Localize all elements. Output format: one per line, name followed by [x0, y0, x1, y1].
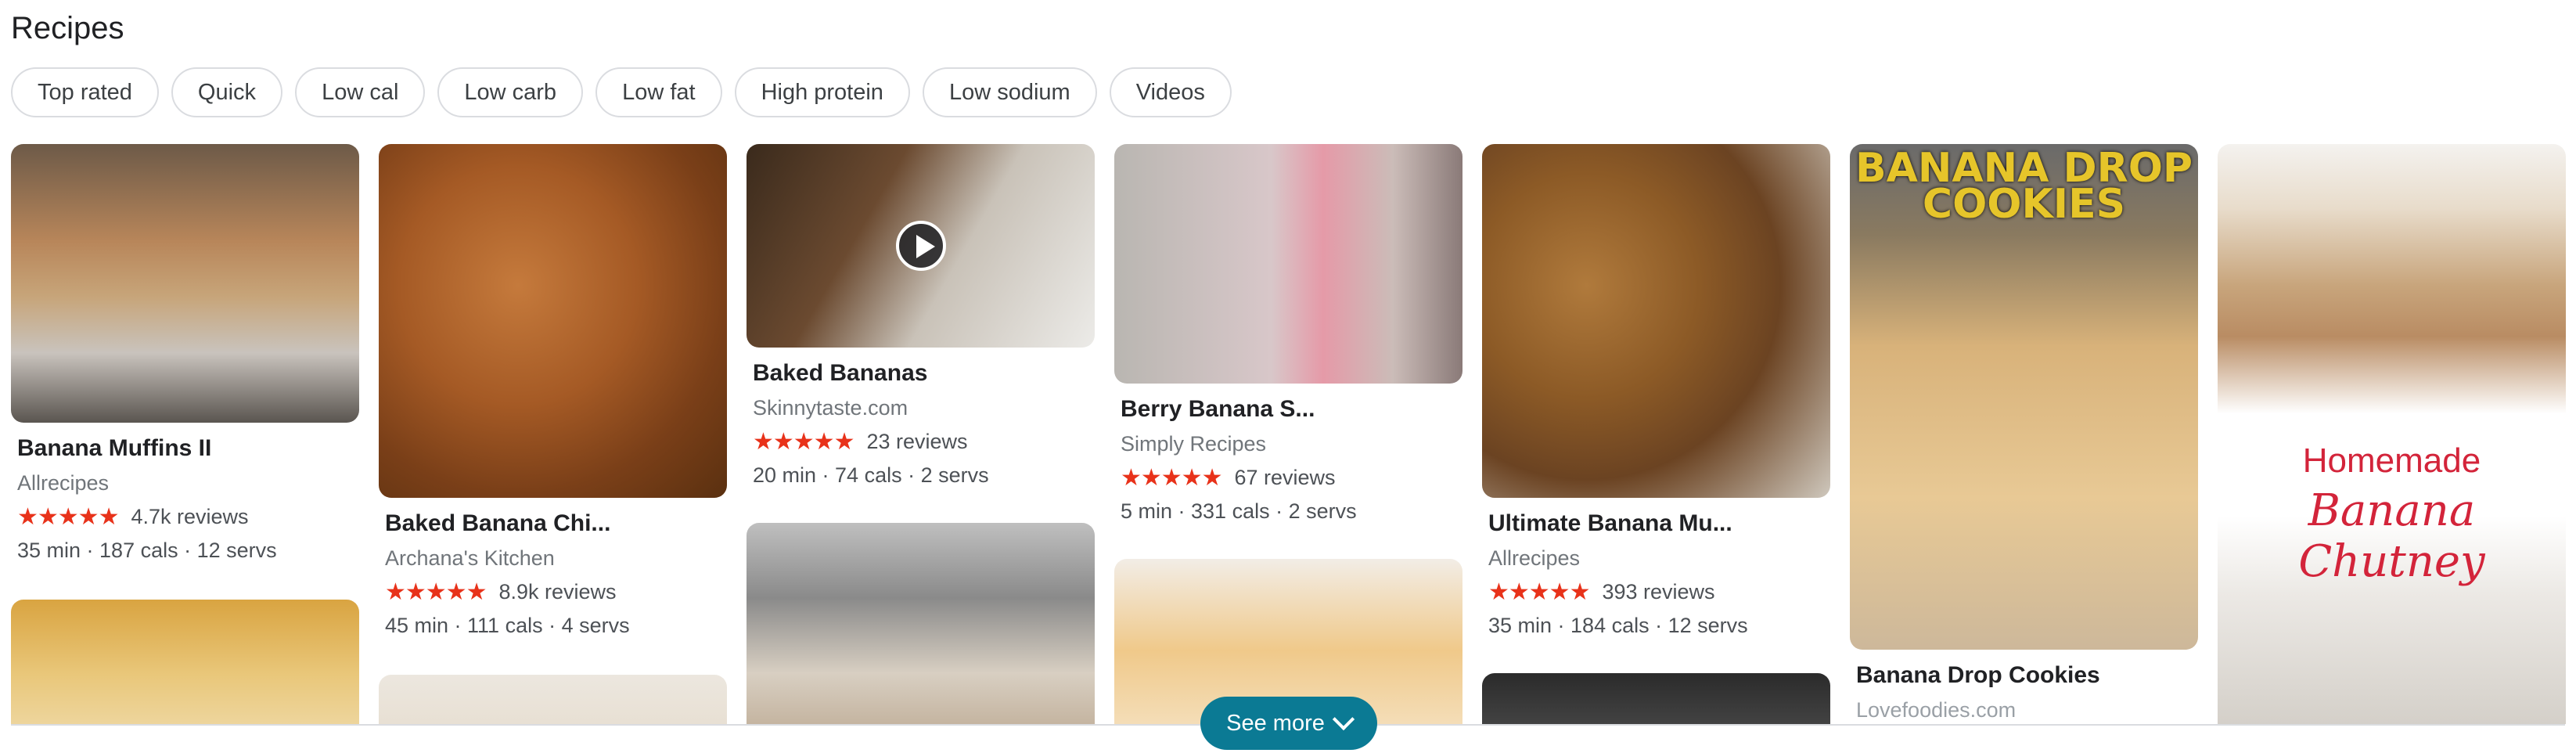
recipe-name[interactable]: Berry Banana S...	[1114, 396, 1462, 423]
recipe-image[interactable]	[1114, 144, 1462, 384]
recipe-image[interactable]	[1482, 673, 1830, 724]
stars-icon: ★★★★★	[1488, 579, 1590, 605]
recipe-meta: 35 min · 187 cals · 12 servs	[17, 539, 277, 562]
recipe-name[interactable]: Baked Banana Chi...	[379, 510, 727, 537]
recipe-meta: 20 min · 74 cals · 2 servs	[753, 463, 989, 487]
recipe-source: Allrecipes	[1488, 546, 1581, 570]
recipe-meta: 45 min · 111 cals · 4 servs	[385, 614, 630, 637]
recipe-image[interactable]: Homemade Banana Chutney	[2218, 144, 2566, 724]
recipe-card[interactable]	[1482, 673, 1830, 724]
recipe-rating: ★★★★★ 393 reviews	[1482, 578, 1830, 606]
recipe-rating: ★★★★★ 67 reviews	[1114, 464, 1462, 492]
recipe-source: Allrecipes	[17, 471, 110, 495]
recipe-card[interactable]: Berry Banana S... Simply Recipes ★★★★★ 6…	[1114, 144, 1462, 524]
recipe-rating: ★★★★★ 4.7k reviews	[11, 503, 359, 531]
recipe-image[interactable]: BANANA DROP COOKIES	[1850, 144, 2198, 650]
recipe-source: Simply Recipes	[1121, 432, 1267, 456]
recipe-meta: 35 min · 184 cals · 12 servs	[1488, 614, 1748, 637]
see-more-button[interactable]: See more	[1200, 697, 1377, 750]
stars-icon: ★★★★★	[385, 579, 487, 605]
recipe-image[interactable]	[1482, 144, 1830, 498]
see-more-label: See more	[1226, 710, 1325, 736]
stars-icon: ★★★★★	[1121, 465, 1222, 491]
review-count: 8.9k reviews	[498, 580, 617, 603]
review-count: 393 reviews	[1602, 580, 1715, 603]
recipe-card[interactable]	[11, 600, 359, 724]
recipe-card[interactable]: Homemade Banana Chutney	[2218, 144, 2566, 724]
stars-icon: ★★★★★	[17, 504, 119, 530]
recipe-rating: ★★★★★ 8.9k reviews	[379, 578, 727, 606]
review-count: 23 reviews	[866, 430, 968, 453]
recipe-meta: 5 min · 331 cals · 2 servs	[1121, 499, 1357, 523]
recipe-image[interactable]	[379, 144, 727, 498]
image-caption: BANANA DROP COOKIES	[1855, 145, 2193, 228]
review-count: 67 reviews	[1234, 466, 1336, 489]
recipe-image[interactable]	[747, 144, 1095, 348]
image-caption-line1: Homemade	[2302, 441, 2481, 480]
recipe-card[interactable]: Banana Muffins II Allrecipes ★★★★★ 4.7k …	[11, 144, 359, 563]
recipe-card[interactable]: Baked Bananas Skinnytaste.com ★★★★★ 23 r…	[747, 144, 1095, 488]
chevron-down-icon	[1332, 708, 1355, 731]
recipe-source: Lovefoodies.com	[1856, 698, 2017, 722]
recipe-card[interactable]: BANANA DROP COOKIES Banana Drop Cookies …	[1850, 144, 2198, 722]
recipe-source: Skinnytaste.com	[753, 396, 908, 420]
review-count: 4.7k reviews	[131, 505, 249, 528]
recipe-grid: Banana Muffins II Allrecipes ★★★★★ 4.7k …	[0, 0, 2576, 724]
recipe-rating: ★★★★★ 23 reviews	[747, 428, 1095, 456]
recipe-card[interactable]: Ultimate Banana Mu... Allrecipes ★★★★★ 3…	[1482, 144, 1830, 638]
play-icon[interactable]	[895, 221, 946, 271]
stars-icon: ★★★★★	[753, 429, 854, 455]
recipe-name[interactable]: Baked Bananas	[747, 360, 1095, 387]
recipe-image[interactable]	[747, 523, 1095, 724]
recipe-name[interactable]: Banana Muffins II	[11, 435, 359, 462]
recipe-source: Archana's Kitchen	[385, 546, 555, 570]
image-caption-line2: Banana Chutney	[2298, 485, 2485, 587]
recipe-name[interactable]: Ultimate Banana Mu...	[1482, 510, 1830, 537]
recipe-image[interactable]	[379, 675, 727, 724]
recipe-card[interactable]	[379, 675, 727, 724]
recipe-image[interactable]	[11, 600, 359, 724]
recipe-card[interactable]: Baked Banana Chi... Archana's Kitchen ★★…	[379, 144, 727, 638]
recipe-image[interactable]	[11, 144, 359, 423]
recipe-card[interactable]	[747, 523, 1095, 724]
recipe-name[interactable]: Banana Drop Cookies	[1850, 662, 2198, 689]
